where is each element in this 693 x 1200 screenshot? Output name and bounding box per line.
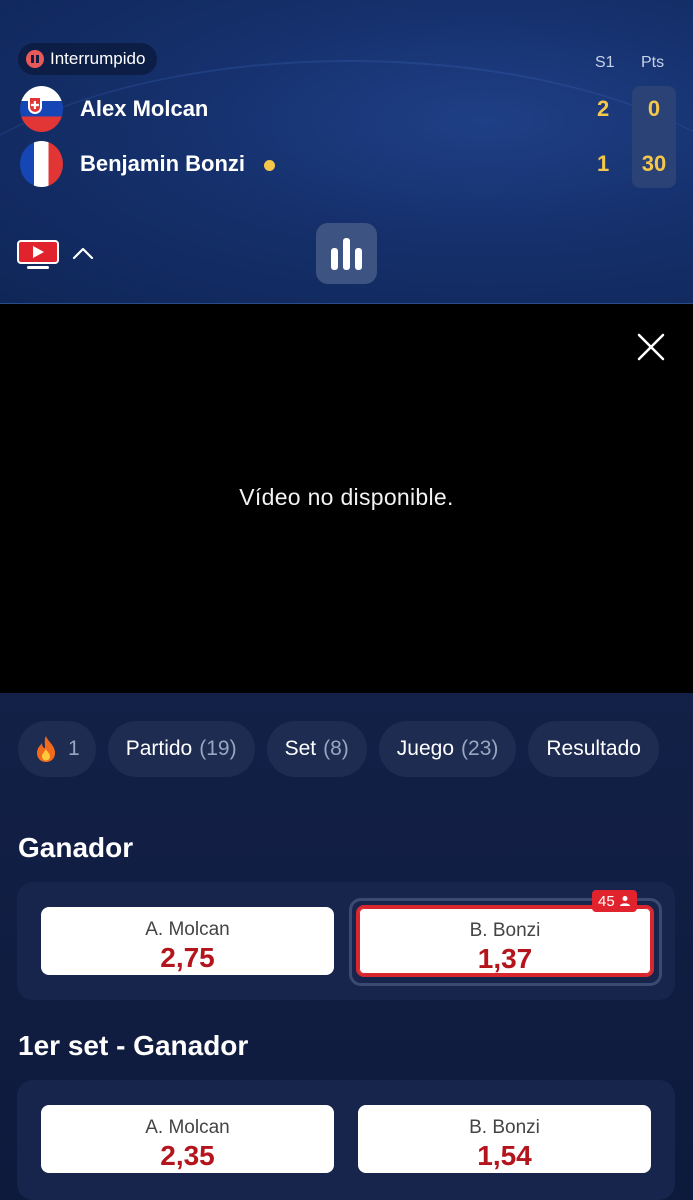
tab-label: Partido bbox=[125, 737, 193, 760]
bar-chart-icon bbox=[343, 238, 350, 270]
bar-chart-icon bbox=[331, 248, 338, 270]
user-icon bbox=[619, 896, 630, 906]
close-icon[interactable] bbox=[636, 332, 666, 362]
odds-value: 2,35 bbox=[160, 1140, 215, 1171]
odds-value: 1,37 bbox=[477, 943, 533, 974]
points-column-header: Pts bbox=[641, 54, 665, 71]
tab-count: (19) bbox=[199, 737, 237, 760]
live-tv-icon[interactable] bbox=[17, 240, 59, 270]
odds-value: 1,54 bbox=[477, 1140, 532, 1171]
stats-button[interactable] bbox=[316, 223, 377, 284]
set1-column-header: S1 bbox=[595, 54, 615, 71]
player-row-2: Benjamin Bonzi 1 30 bbox=[0, 141, 693, 189]
bettors-count: 45 bbox=[598, 892, 615, 910]
market-title: Ganador bbox=[18, 832, 134, 863]
scoreboard-header: Interrumpido S1 Pts ✚ Alex Molcan 2 0 Be… bbox=[0, 0, 693, 304]
market-title: 1er set - Ganador bbox=[18, 1030, 249, 1061]
bettors-count-badge: 45 bbox=[592, 890, 637, 912]
odds-button-bonzi-set1[interactable]: B. Bonzi 1,54 bbox=[358, 1105, 651, 1173]
bar-chart-icon bbox=[355, 248, 362, 270]
market-tabs: 1 Partido (19) Set (8) Juego (23) Result… bbox=[18, 721, 659, 777]
odds-label: B. Bonzi bbox=[469, 920, 541, 941]
odds-button-molcan[interactable]: A. Molcan 2,75 bbox=[41, 907, 334, 975]
tab-resultado[interactable]: Resultado bbox=[528, 721, 659, 777]
odds-value: 2,75 bbox=[160, 942, 215, 973]
flame-icon bbox=[37, 736, 55, 762]
tab-count: 1 bbox=[68, 737, 80, 760]
odds-button-bonzi[interactable]: B. Bonzi 1,37 bbox=[356, 905, 654, 977]
set1-score: 1 bbox=[597, 151, 610, 176]
chevron-up-icon[interactable] bbox=[72, 246, 94, 260]
tab-popular[interactable]: 1 bbox=[18, 721, 96, 777]
player-name: Alex Molcan bbox=[80, 96, 209, 121]
odds-button-molcan-set1[interactable]: A. Molcan 2,35 bbox=[41, 1105, 334, 1173]
odds-label: A. Molcan bbox=[145, 1117, 230, 1138]
player-row-1: ✚ Alex Molcan 2 0 bbox=[0, 86, 693, 134]
pause-icon bbox=[26, 50, 44, 68]
points-score: 0 bbox=[647, 96, 661, 121]
tab-label: Set bbox=[284, 737, 317, 760]
odds-label: B. Bonzi bbox=[469, 1117, 540, 1138]
set1-score: 2 bbox=[597, 96, 610, 121]
video-unavailable-message: Vídeo no disponible. bbox=[239, 484, 454, 510]
tab-juego[interactable]: Juego (23) bbox=[378, 721, 517, 777]
tab-count: (23) bbox=[461, 737, 499, 760]
match-status-text: Interrumpido bbox=[50, 49, 146, 68]
match-status-badge: Interrumpido bbox=[18, 43, 158, 75]
odds-label: A. Molcan bbox=[145, 919, 230, 940]
tab-label: Juego bbox=[396, 737, 455, 760]
tab-set[interactable]: Set (8) bbox=[266, 721, 367, 777]
france-flag-icon bbox=[20, 141, 63, 187]
tab-count: (8) bbox=[323, 737, 349, 760]
slovakia-flag-icon: ✚ bbox=[20, 86, 63, 132]
serving-indicator-icon bbox=[264, 160, 275, 171]
tab-partido[interactable]: Partido (19) bbox=[107, 721, 255, 777]
player-name: Benjamin Bonzi bbox=[80, 151, 246, 176]
tab-label: Resultado bbox=[546, 737, 641, 760]
points-score: 30 bbox=[641, 151, 667, 176]
